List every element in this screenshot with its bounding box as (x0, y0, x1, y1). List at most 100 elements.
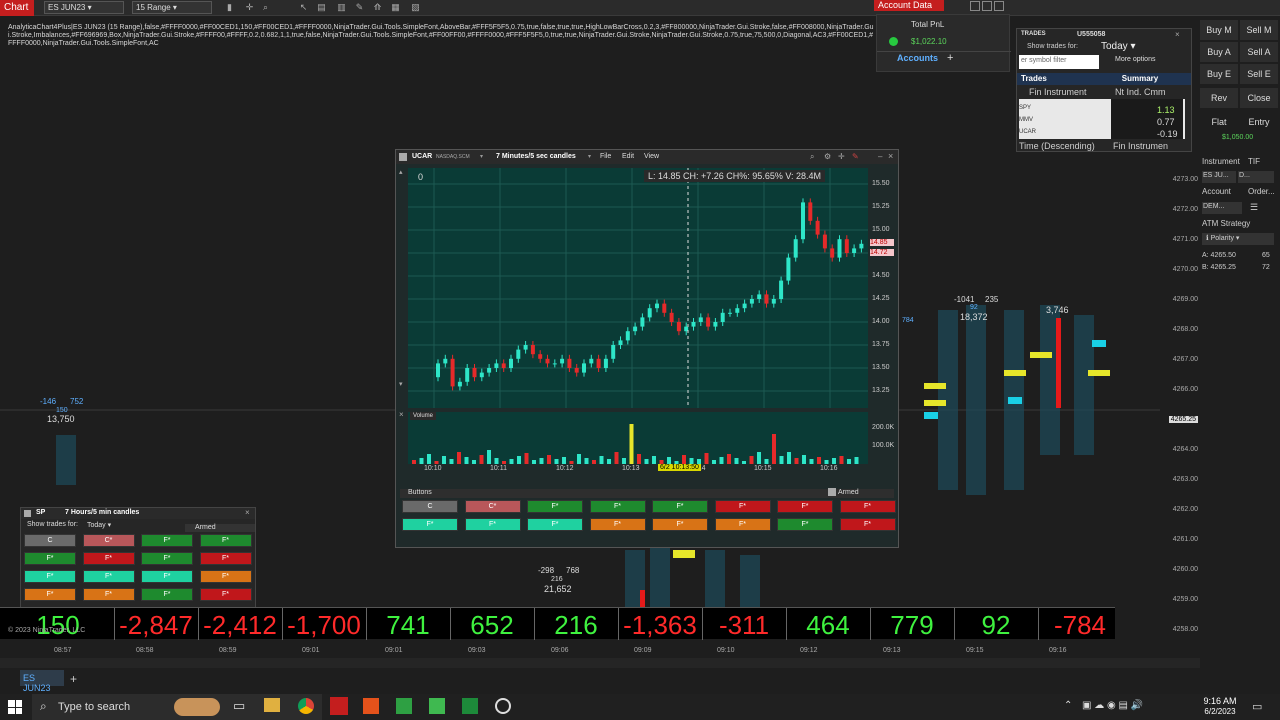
file-menu[interactable]: File (600, 153, 611, 160)
clock-time[interactable]: 9:16 AM (1200, 696, 1240, 706)
macro-button[interactable]: F* (82, 552, 135, 565)
close-pane-icon[interactable]: × (399, 410, 404, 419)
instrument-selector[interactable]: ES JUN23 ▾ (44, 1, 124, 14)
add-tab-button[interactable]: + (70, 672, 77, 686)
chart-tab-es[interactable]: ES JUN23 (20, 670, 64, 693)
chevron-down-icon[interactable]: ▾ (480, 153, 483, 160)
atm-strategy-select[interactable]: ℹ Polarity ▾ (1202, 233, 1274, 245)
macro-button[interactable]: F* (777, 500, 833, 513)
macro-button[interactable]: C* (464, 500, 521, 513)
macro-button[interactable]: C* (82, 534, 135, 547)
chevron-down-icon[interactable]: ▾ (588, 153, 591, 160)
interval-selector[interactable]: 15 Range ▾ (132, 1, 212, 14)
buy-market-button[interactable]: Buy M (1200, 20, 1238, 40)
macro-button[interactable]: F* (141, 552, 193, 565)
macro-button[interactable]: F* (589, 500, 646, 513)
sell-entry-button[interactable]: Sell E (1240, 64, 1278, 84)
clock-date[interactable]: 6/2/2023 (1198, 707, 1242, 716)
tif-select[interactable]: D... (1238, 171, 1274, 183)
ucar-price-axis[interactable]: 15.5015.2515.0014.7514.5014.2514.0013.75… (870, 168, 898, 408)
buy-ask-button[interactable]: Buy A (1200, 42, 1238, 62)
data-box-icon[interactable]: ▦ (390, 2, 401, 13)
search-icon[interactable]: ⌕ (810, 152, 814, 162)
expand-icon[interactable]: ▴ (399, 168, 403, 176)
zoom-icon[interactable]: ⌕ (260, 2, 271, 13)
macro-button[interactable]: F* (82, 588, 135, 601)
buy-entry-button[interactable]: Buy E (1200, 64, 1238, 84)
strategies-icon[interactable]: ⟰ (372, 2, 383, 13)
gear-icon[interactable]: ⚙ (824, 152, 831, 161)
properties-icon[interactable]: ▤ (316, 2, 327, 13)
reverse-button[interactable]: Rev (1200, 88, 1238, 108)
ucar-interval[interactable]: 7 Minutes/5 sec candles (496, 153, 576, 160)
period-selector[interactable]: Today ▾ (1101, 41, 1136, 52)
crosshair-icon[interactable]: ✛ (244, 2, 255, 13)
close-icon[interactable] (994, 1, 1004, 11)
macro-button[interactable]: F* (402, 518, 458, 531)
sell-ask-button[interactable]: Sell A (1240, 42, 1278, 62)
sell-market-button[interactable]: Sell M (1240, 20, 1278, 40)
minimize-icon[interactable]: – (878, 152, 882, 161)
ucar-candles[interactable] (408, 168, 868, 408)
chart-menu-tab[interactable]: Chart (0, 0, 34, 16)
chrome-icon[interactable] (298, 698, 314, 714)
macro-button[interactable]: F* (199, 588, 252, 601)
macro-button[interactable]: C (24, 534, 76, 547)
close-icon[interactable]: × (245, 508, 250, 517)
close-icon[interactable]: × (1175, 30, 1180, 39)
sp-interval[interactable]: 7 Hours/5 min candles (65, 509, 139, 516)
macro-button[interactable]: F* (141, 588, 193, 601)
templates-icon[interactable]: ▥ (336, 2, 347, 13)
horizontal-scrollbar[interactable] (0, 658, 1200, 668)
file-explorer-icon[interactable] (264, 698, 280, 712)
task-view-icon[interactable]: ▭ (233, 698, 245, 714)
maximize-icon[interactable] (982, 1, 992, 11)
macro-button[interactable]: F* (527, 500, 583, 513)
macro-button[interactable]: F* (652, 500, 708, 513)
pointer-icon[interactable]: ↖ (298, 2, 309, 13)
excel-icon[interactable] (462, 698, 478, 714)
ucar-price-pane[interactable]: 0 L: 14.85 CH: +7.26 CH%: 95.65% V: 28.4… (408, 168, 868, 408)
quantity-menu-icon[interactable]: ☰ (1250, 202, 1258, 213)
app-icon[interactable] (363, 698, 379, 714)
macro-button[interactable]: F* (141, 570, 193, 583)
app-icon[interactable] (396, 698, 412, 714)
ucar-symbol[interactable]: UCAR (412, 153, 432, 160)
crosshair-icon[interactable]: ✛ (838, 152, 845, 161)
windows-start-icon[interactable] (8, 700, 22, 714)
minimize-icon[interactable] (970, 1, 980, 11)
macro-button[interactable]: F* (24, 570, 76, 583)
macro-button[interactable]: F* (199, 534, 252, 547)
macro-button[interactable]: F* (24, 552, 76, 565)
macro-button[interactable]: F* (199, 570, 252, 583)
app-icon[interactable] (495, 698, 511, 714)
macro-button[interactable]: F* (199, 552, 252, 565)
drawing-icon[interactable]: ✎ (852, 152, 859, 161)
app-icon[interactable] (429, 698, 445, 714)
ucar-volume-pane[interactable]: Volume (408, 412, 868, 464)
indicators-icon[interactable]: ▧ (410, 2, 421, 13)
macro-button[interactable]: C (402, 500, 458, 513)
macro-button[interactable]: F* (652, 518, 708, 531)
macro-button[interactable]: F* (839, 500, 896, 513)
macro-button[interactable]: F* (777, 518, 833, 531)
macro-button[interactable]: F* (714, 518, 771, 531)
macro-button[interactable]: F* (839, 518, 896, 531)
edit-menu[interactable]: Edit (622, 153, 634, 160)
tray-icons[interactable]: ▣ ☁ ◉ ▤ 🔊 (1082, 700, 1143, 711)
close-icon[interactable]: × (888, 151, 893, 161)
account-select[interactable]: DEM... (1202, 202, 1242, 214)
macro-button[interactable]: F* (464, 518, 521, 531)
period-selector[interactable]: Today ▾ (87, 521, 111, 529)
macro-button[interactable]: F* (527, 518, 583, 531)
macro-button[interactable]: F* (24, 588, 76, 601)
notifications-icon[interactable]: ▭ (1252, 700, 1262, 713)
macro-button[interactable]: F* (82, 570, 135, 583)
ninjatrader-icon[interactable] (330, 697, 348, 715)
macro-button[interactable]: F* (589, 518, 646, 531)
time-axis[interactable]: 08:57 08:58 08:59 09:01 09:01 09:03 09:06 09:09… (0, 644, 1160, 658)
drawing-tools-icon[interactable]: ✎ (354, 2, 365, 13)
tray-chevron-icon[interactable]: ⌃ (1064, 700, 1072, 711)
sp-symbol[interactable]: SP (36, 509, 45, 516)
view-menu[interactable]: View (644, 153, 659, 160)
